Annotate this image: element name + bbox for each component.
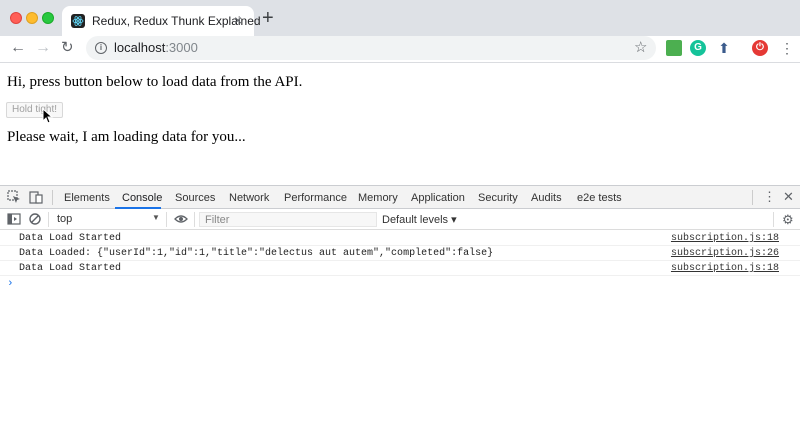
page-viewport: Hi, press button below to load data from… — [0, 62, 800, 185]
console-filter[interactable] — [199, 212, 377, 227]
toolbar-divider — [48, 212, 49, 227]
minimize-window-button[interactable] — [26, 12, 38, 24]
tree-extension-icon[interactable]: ⬆ — [716, 40, 732, 56]
toolbar-divider — [773, 212, 774, 227]
devtools-tabbar: Elements Console Sources Network Perform… — [0, 186, 800, 209]
browser-menu-icon[interactable]: ⋮ — [780, 39, 794, 57]
console-toolbar: top ▼ Default levels ▾ ⚙ — [0, 209, 800, 230]
back-arrow-icon[interactable]: ← — [10, 38, 26, 58]
tab-security[interactable]: Security — [478, 192, 518, 204]
console-log-row: Data Load Started subscription.js:18 — [0, 261, 800, 276]
log-source-link[interactable]: subscription.js:18 — [671, 263, 779, 274]
power-extension-icon[interactable]: ⏻ — [752, 40, 768, 56]
device-toolbar-icon[interactable] — [29, 190, 43, 204]
toolbar-divider — [52, 190, 53, 205]
browser-titlebar: Redux, Redux Thunk Explained × + — [0, 0, 800, 36]
react-favicon-icon — [71, 14, 85, 28]
log-source-link[interactable]: subscription.js:18 — [671, 233, 779, 244]
new-tab-button[interactable]: + — [262, 8, 274, 28]
mail-extension-icon[interactable] — [666, 40, 682, 56]
tab-close-icon[interactable]: × — [234, 12, 242, 28]
close-devtools-icon[interactable]: ✕ — [783, 189, 794, 205]
tab-memory[interactable]: Memory — [358, 192, 398, 204]
live-expression-eye-icon[interactable] — [174, 212, 188, 226]
tab-application[interactable]: Application — [411, 192, 465, 204]
console-prompt[interactable]: › — [7, 278, 14, 290]
mouse-cursor-icon — [42, 108, 54, 124]
tab-sources[interactable]: Sources — [175, 192, 215, 204]
tab-console[interactable]: Console — [122, 192, 162, 204]
context-selector[interactable]: top ▼ — [54, 212, 162, 227]
log-levels-dropdown[interactable]: Default levels ▾ — [382, 213, 457, 226]
tab-e2e-tests[interactable]: e2e tests — [577, 192, 622, 204]
inspect-element-icon[interactable] — [7, 190, 21, 204]
log-message: Data Loaded: {"userId":1,"id":1,"title":… — [19, 248, 494, 259]
forward-arrow-icon[interactable]: → — [35, 38, 51, 58]
reload-icon[interactable]: ↻ — [61, 38, 74, 58]
tab-performance[interactable]: Performance — [284, 192, 347, 204]
log-message: Data Load Started — [19, 233, 122, 244]
tab-network[interactable]: Network — [229, 192, 269, 204]
site-info-icon[interactable]: i — [95, 42, 107, 54]
load-data-button[interactable]: Hold tight! — [6, 102, 64, 118]
toolbar-divider — [166, 212, 167, 227]
tab-audits[interactable]: Audits — [531, 192, 562, 204]
url-text[interactable]: localhost:3000 — [114, 40, 198, 55]
bookmark-star-icon[interactable]: ☆ — [634, 38, 647, 56]
toolbar-divider — [752, 190, 753, 205]
loading-message: Please wait, I am loading data for you..… — [7, 129, 246, 145]
address-bar[interactable]: i localhost:3000 ☆ — [86, 36, 656, 60]
dropdown-arrow-icon: ▼ — [152, 213, 160, 222]
log-message: Data Load Started — [19, 263, 122, 274]
greeting-text: Hi, press button below to load data from… — [7, 74, 303, 90]
console-log-row: Data Loaded: {"userId":1,"id":1,"title":… — [0, 246, 800, 261]
browser-tab[interactable]: Redux, Redux Thunk Explained × — [62, 6, 261, 36]
devtools-menu-icon[interactable]: ⋮ — [763, 189, 776, 205]
close-window-button[interactable] — [10, 12, 22, 24]
maximize-window-button[interactable] — [42, 12, 54, 24]
console-settings-gear-icon[interactable]: ⚙ — [782, 212, 794, 228]
log-source-link[interactable]: subscription.js:26 — [671, 248, 779, 259]
toolbar-divider — [194, 212, 195, 227]
show-sidebar-icon[interactable] — [7, 212, 21, 226]
filter-input[interactable] — [200, 213, 376, 226]
browser-toolbar: ← → ↻ i localhost:3000 ☆ G ⬆ ⏻ ⋮ — [0, 36, 800, 62]
clear-console-icon[interactable] — [28, 212, 42, 226]
devtools-panel: Elements Console Sources Network Perform… — [0, 185, 800, 432]
grammarly-extension-icon[interactable]: G — [690, 40, 706, 56]
console-log-row: Data Load Started subscription.js:18 — [0, 231, 800, 246]
tab-elements[interactable]: Elements — [64, 192, 110, 204]
